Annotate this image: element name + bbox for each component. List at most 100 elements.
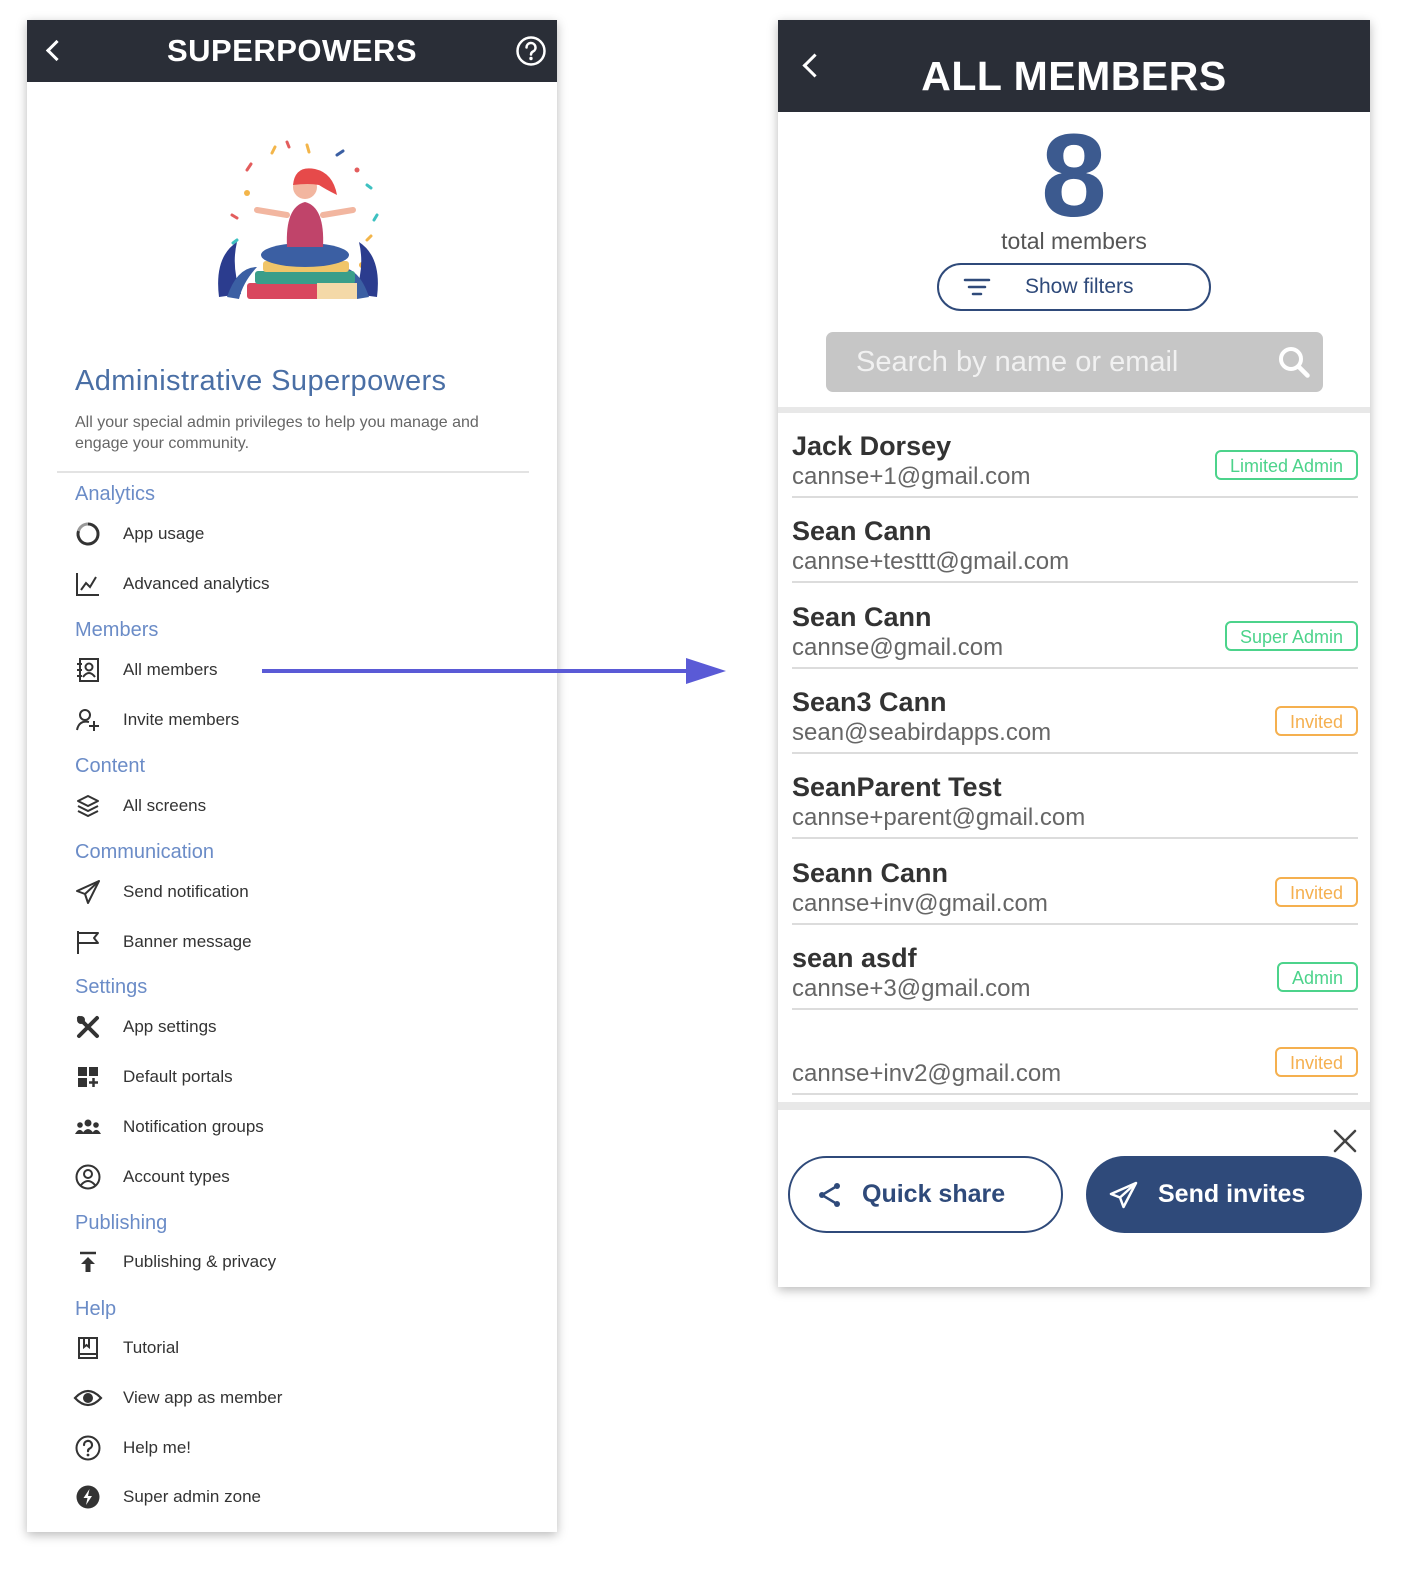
menu-item-label: Invite members bbox=[123, 710, 240, 729]
question-circle-icon bbox=[75, 1435, 101, 1461]
member-name: Sean Cann bbox=[792, 516, 932, 547]
section-members: Members bbox=[75, 619, 159, 641]
eye-icon bbox=[73, 1389, 103, 1407]
send-invites-label: Send invites bbox=[1158, 1180, 1306, 1208]
menu-item-app-settings[interactable]: App settings bbox=[71, 1007, 531, 1047]
search-icon[interactable] bbox=[1277, 345, 1311, 379]
menu-item-label: Help me! bbox=[123, 1438, 192, 1457]
meditation-illustration bbox=[218, 140, 379, 299]
close-icon[interactable] bbox=[1332, 1128, 1358, 1154]
role-badge: Admin bbox=[1276, 961, 1358, 992]
menu-item-notification-groups[interactable]: Notification groups bbox=[71, 1107, 531, 1147]
menu-item-tutorial[interactable]: Tutorial bbox=[71, 1328, 531, 1368]
page-title: SUPERPOWERS bbox=[166, 33, 418, 68]
menu-item-all-screens[interactable]: All screens bbox=[71, 786, 531, 826]
role-badge: Super Admin bbox=[1224, 620, 1358, 651]
menu-item-label: Account types bbox=[123, 1167, 230, 1186]
filter-icon bbox=[963, 278, 991, 296]
member-row[interactable]: Jack Dorsey cannse+1@gmail.com Limited Adm… bbox=[792, 413, 1358, 498]
member-row[interactable]: Sean3 Cann sean@seabirdapps.com Invited bbox=[792, 669, 1358, 754]
menu-item-view-app-as-member[interactable]: View app as member bbox=[71, 1378, 531, 1418]
divider bbox=[57, 471, 529, 473]
send-invites-button[interactable]: Send invites bbox=[1086, 1156, 1362, 1233]
member-count: 8 bbox=[1041, 110, 1107, 242]
member-email: cannse+parent@gmail.com bbox=[792, 804, 1086, 832]
member-row[interactable]: SeanParent Test cannse+parent@gmail.com bbox=[792, 754, 1358, 840]
search-bar bbox=[826, 332, 1323, 392]
menu-item-label: All members bbox=[123, 660, 218, 679]
show-filters-button[interactable]: Show filters bbox=[937, 263, 1211, 311]
menu-item-app-usage[interactable]: App usage bbox=[71, 514, 531, 554]
menu-item-label: View app as member bbox=[123, 1388, 283, 1407]
admin-description: All your special admin privileges to hel… bbox=[75, 414, 479, 452]
paper-plane-icon bbox=[76, 880, 100, 904]
superpowers-panel: SUPERPOWERS Administrative Superpowers A… bbox=[27, 20, 557, 1532]
member-row[interactable]: cannse+inv2@gmail.com Invited bbox=[792, 1010, 1358, 1096]
member-name: Sean Cann bbox=[792, 601, 932, 632]
paper-plane-icon bbox=[1109, 1181, 1138, 1208]
book-icon bbox=[78, 1337, 98, 1359]
member-name: Jack Dorsey bbox=[792, 431, 952, 461]
member-email: cannse+inv@gmail.com bbox=[792, 889, 1048, 917]
menu-item-label: Banner message bbox=[123, 932, 252, 951]
member-name: sean asdf bbox=[792, 942, 917, 973]
role-badge: Limited Admin bbox=[1214, 450, 1358, 480]
member-count-label: total members bbox=[1001, 228, 1147, 254]
menu-item-account-types[interactable]: Account types bbox=[71, 1157, 531, 1197]
member-row[interactable]: sean asdf cannse+3@gmail.com Admin bbox=[792, 925, 1358, 1010]
section-analytics: Analytics bbox=[75, 483, 156, 505]
menu-item-advanced-analytics[interactable]: Advanced analytics bbox=[71, 564, 531, 604]
member-email: cannse+3@gmail.com bbox=[792, 974, 1031, 1002]
section-help: Help bbox=[75, 1298, 117, 1320]
menu-item-label: Notification groups bbox=[123, 1117, 264, 1136]
menu-item-publishing-privacy[interactable]: Publishing & privacy bbox=[71, 1242, 531, 1282]
share-icon bbox=[819, 1182, 840, 1207]
menu-item-label: Send notification bbox=[123, 882, 249, 901]
menu-item-invite-members[interactable]: Invite members bbox=[71, 700, 531, 740]
contact-card-icon bbox=[77, 658, 99, 682]
section-communication: Communication bbox=[75, 841, 214, 863]
section-settings: Settings bbox=[75, 976, 148, 998]
member-name: Seann Cann bbox=[792, 857, 949, 888]
menu-item-banner-message[interactable]: Banner message bbox=[71, 922, 531, 962]
member-name: Sean3 Cann bbox=[792, 686, 947, 717]
member-email: cannse+testtt@gmail.com bbox=[792, 548, 1070, 576]
menu-item-label: All screens bbox=[123, 796, 207, 815]
show-filters-label: Show filters bbox=[1025, 275, 1134, 298]
menu-item-label: Advanced analytics bbox=[123, 574, 270, 593]
chart-line-icon bbox=[76, 573, 99, 596]
member-row[interactable]: Seann Cann cannse+inv@gmail.com Invited bbox=[792, 840, 1358, 925]
admin-heading: Administrative Superpowers bbox=[75, 365, 447, 397]
member-email: cannse@gmail.com bbox=[792, 633, 1004, 661]
role-badge: Invited bbox=[1274, 1047, 1358, 1078]
member-email: cannse+inv2@gmail.com bbox=[792, 1060, 1062, 1088]
menu-item-help-me[interactable]: Help me! bbox=[71, 1428, 531, 1468]
menu-item-label: App usage bbox=[123, 524, 205, 543]
member-name: SeanParent Test bbox=[792, 772, 1002, 803]
circle-progress-icon bbox=[76, 522, 100, 546]
quick-share-button[interactable]: Quick share bbox=[788, 1156, 1063, 1233]
member-email: cannse+1@gmail.com bbox=[792, 463, 1031, 490]
group-icon bbox=[75, 1119, 101, 1134]
menu-item-default-portals[interactable]: Default portals bbox=[71, 1057, 531, 1097]
help-circle-icon[interactable] bbox=[515, 35, 547, 67]
member-row[interactable]: Sean Cann cannse+testtt@gmail.com bbox=[792, 498, 1358, 584]
member-row[interactable]: Sean Cann cannse@gmail.com Super Admin bbox=[792, 584, 1358, 669]
section-content: Content bbox=[75, 755, 146, 777]
menu-item-label: Default portals bbox=[123, 1067, 233, 1086]
role-badge: Invited bbox=[1274, 876, 1358, 907]
menu-item-super-admin-zone[interactable]: Super admin zone bbox=[71, 1477, 531, 1517]
superpowers-header: SUPERPOWERS bbox=[27, 20, 557, 82]
user-plus-icon bbox=[76, 709, 99, 731]
quick-share-label: Quick share bbox=[862, 1180, 1006, 1208]
menu-item-label: Tutorial bbox=[123, 1338, 180, 1357]
role-badge: Invited bbox=[1274, 705, 1358, 736]
navigation-arrow-icon bbox=[262, 658, 726, 684]
menu-item-label: Super admin zone bbox=[123, 1487, 261, 1506]
list-separator bbox=[778, 1102, 1370, 1110]
search-input[interactable] bbox=[826, 332, 1266, 392]
all-members-header: ALL MEMBERS bbox=[778, 20, 1370, 112]
upload-icon bbox=[80, 1251, 96, 1272]
section-publishing: Publishing bbox=[75, 1212, 168, 1234]
menu-item-send-notification[interactable]: Send notification bbox=[71, 872, 531, 912]
